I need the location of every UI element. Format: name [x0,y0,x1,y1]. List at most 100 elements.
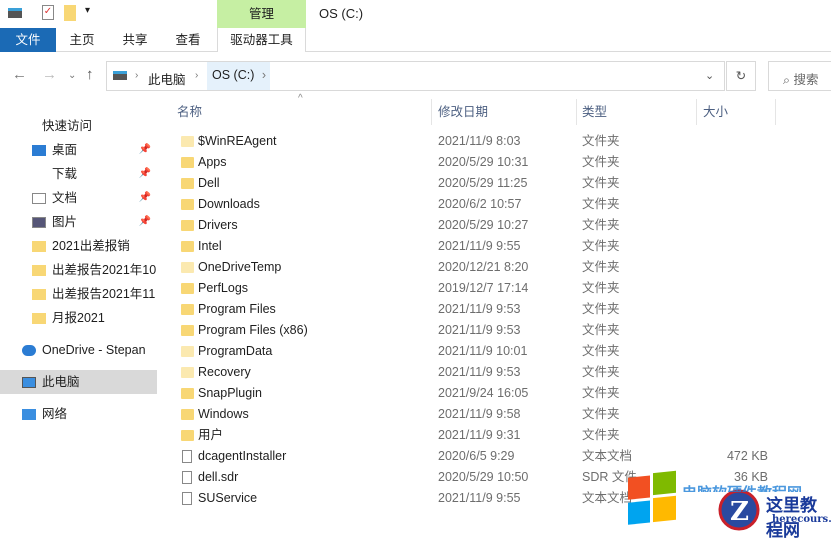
sidebar-item-label: 文档 [52,191,78,205]
back-icon[interactable]: ← [12,66,27,83]
cloud-icon [22,345,36,357]
new-folder-icon[interactable] [64,5,76,21]
file-row[interactable]: Intel 2021/11/9 9:55 文件夹 [170,236,820,257]
customize-toolbar-icon[interactable]: ▾ [85,5,90,16]
sidebar-item[interactable]: OneDrive - Stepan [0,338,157,362]
watermark: Z 电脑软硬件教程网 这里教程网 herecours.com [626,470,831,541]
properties-icon[interactable]: ✓ [42,5,54,20]
sidebar-item[interactable]: 月报2021 [0,306,157,330]
sidebar-item-label: 网络 [42,407,68,421]
sidebar-item[interactable]: 快速访问 [0,114,157,138]
file-row[interactable]: Windows 2021/11/9 9:58 文件夹 [170,404,820,425]
sidebar-item[interactable]: 网络 [0,402,157,426]
pin-icon[interactable]: 📌 [139,138,151,162]
file-date: 2020/12/21 8:20 [438,260,529,274]
folder-icon [181,430,194,441]
context-tab-manage[interactable]: 管理 [217,0,306,28]
file-type: 文件夹 [582,344,620,358]
file-row[interactable]: Program Files (x86) 2021/11/9 9:53 文件夹 [170,320,820,341]
address-bar[interactable]: › 此电脑 › OS (C:) › ⌄ [106,61,725,91]
column-header-size[interactable]: 大小 [703,99,728,125]
svg-text:Z: Z [730,497,749,527]
file-row[interactable]: ProgramData 2021/11/9 10:01 文件夹 [170,341,820,362]
sidebar-item[interactable]: 图片 📌 [0,210,157,234]
refresh-icon[interactable]: ↻ [726,61,756,91]
computer-icon [22,377,36,389]
tab-view[interactable]: 查看 [166,28,210,52]
column-header-type[interactable]: 类型 [582,99,607,125]
picture-icon [32,217,46,229]
pin-icon[interactable]: 📌 [139,186,151,210]
file-row[interactable]: Downloads 2020/6/2 10:57 文件夹 [170,194,820,215]
document-icon [32,193,46,205]
folder-icon [32,265,46,277]
file-type: 文件夹 [582,407,620,421]
folder-icon [181,325,194,336]
file-row[interactable]: $WinREAgent 2021/11/9 8:03 文件夹 [170,131,820,152]
file-row[interactable]: dcagentInstaller 2020/6/5 9:29 文本文档 472 KB [170,446,820,467]
folder-icon [181,220,194,231]
file-name: $WinREAgent [198,134,277,148]
folder-icon [181,283,194,294]
file-row[interactable]: 用户 2021/11/9 9:31 文件夹 [170,425,820,446]
file-name: Dell [198,176,220,190]
folder-icon [181,199,194,210]
sidebar-item-label: 月报2021 [52,311,105,325]
sidebar-item[interactable]: 2021出差报销 [0,234,157,258]
sidebar-item[interactable]: 出差报告2021年11 [0,282,157,306]
column-header-date[interactable]: 修改日期 [438,99,488,125]
sidebar-item[interactable]: 此电脑 [0,370,157,394]
file-row[interactable]: SnapPlugin 2021/9/24 16:05 文件夹 [170,383,820,404]
sidebar-item[interactable]: 下载 📌 [0,162,157,186]
up-icon[interactable]: ↑ [86,66,94,83]
file-date: 2021/9/24 16:05 [438,386,529,400]
breadcrumb-current[interactable]: OS (C:) › [207,62,270,90]
folder-icon [181,178,194,189]
file-row[interactable]: Program Files 2021/11/9 9:53 文件夹 [170,299,820,320]
sidebar-item[interactable]: 出差报告2021年10 [0,258,157,282]
forward-icon[interactable]: → [42,66,57,83]
file-type: 文件夹 [582,134,620,148]
recent-locations-icon[interactable]: ⌄ [68,70,76,81]
folder-icon [181,262,194,273]
sidebar-item-label: 下载 [52,167,78,181]
folder-icon [181,241,194,252]
sidebar-item-label: 出差报告2021年10 [52,263,157,277]
pin-icon[interactable]: 📌 [139,162,151,186]
search-input[interactable]: ⌕ 搜索 [768,61,831,91]
sort-ascending-icon: ^ [298,93,303,104]
breadcrumb-this-pc[interactable]: 此电脑 [148,69,186,88]
search-placeholder: 搜索 [793,73,819,87]
file-date: 2020/6/5 9:29 [438,449,515,463]
sidebar-item[interactable]: 桌面 📌 [0,138,157,162]
tab-share[interactable]: 共享 [113,28,157,52]
file-row[interactable]: PerfLogs 2019/12/7 17:14 文件夹 [170,278,820,299]
file-name: ProgramData [198,344,273,358]
file-date: 2021/11/9 9:53 [438,365,521,379]
file-row[interactable]: Apps 2020/5/29 10:31 文件夹 [170,152,820,173]
folder-icon [32,289,46,301]
sidebar-item-label: 图片 [52,215,78,229]
file-type: 文本文档 [582,449,633,463]
file-size: 472 KB [726,449,768,463]
file-type: 文本文档 [582,491,633,505]
folder-icon [181,367,194,378]
tab-file[interactable]: 文件 [0,28,56,52]
sidebar-item[interactable]: 文档 📌 [0,186,157,210]
folder-icon [181,346,194,357]
address-dropdown-icon[interactable]: ⌄ [705,69,714,82]
folder-icon [181,136,194,147]
chevron-right-icon: › [135,70,139,81]
tab-home[interactable]: 主页 [60,28,104,52]
tab-drive-tools[interactable]: 驱动器工具 [217,28,306,52]
file-row[interactable]: Recovery 2021/11/9 9:53 文件夹 [170,362,820,383]
pin-icon[interactable]: 📌 [139,210,151,234]
file-row[interactable]: Drivers 2020/5/29 10:27 文件夹 [170,215,820,236]
file-row[interactable]: OneDriveTemp 2020/12/21 8:20 文件夹 [170,257,820,278]
file-row[interactable]: Dell 2020/5/29 11:25 文件夹 [170,173,820,194]
file-name: Intel [198,239,222,253]
file-name: Downloads [198,197,260,211]
file-name: Recovery [198,365,251,379]
column-header-name[interactable]: 名称 [177,99,202,125]
watermark-url: herecours.com [772,514,831,525]
